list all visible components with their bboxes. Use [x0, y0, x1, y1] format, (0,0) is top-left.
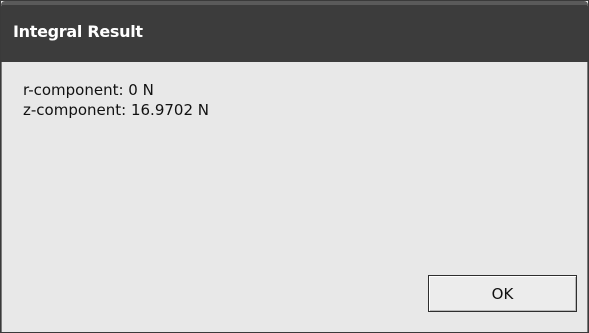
z-component-text: z-component: 16.9702 N: [23, 101, 209, 119]
r-component-text: r-component: 0 N: [23, 81, 154, 99]
dialog-title: Integral Result: [13, 22, 143, 41]
dialog-right-border: [580, 62, 588, 332]
dialog-left-border: [1, 62, 9, 332]
ok-button[interactable]: OK: [428, 275, 577, 312]
title-bar-highlight: [1, 1, 588, 5]
title-bar[interactable]: Integral Result: [1, 1, 588, 62]
integral-result-dialog: Integral Result r-component: 0 N z-compo…: [0, 0, 589, 333]
